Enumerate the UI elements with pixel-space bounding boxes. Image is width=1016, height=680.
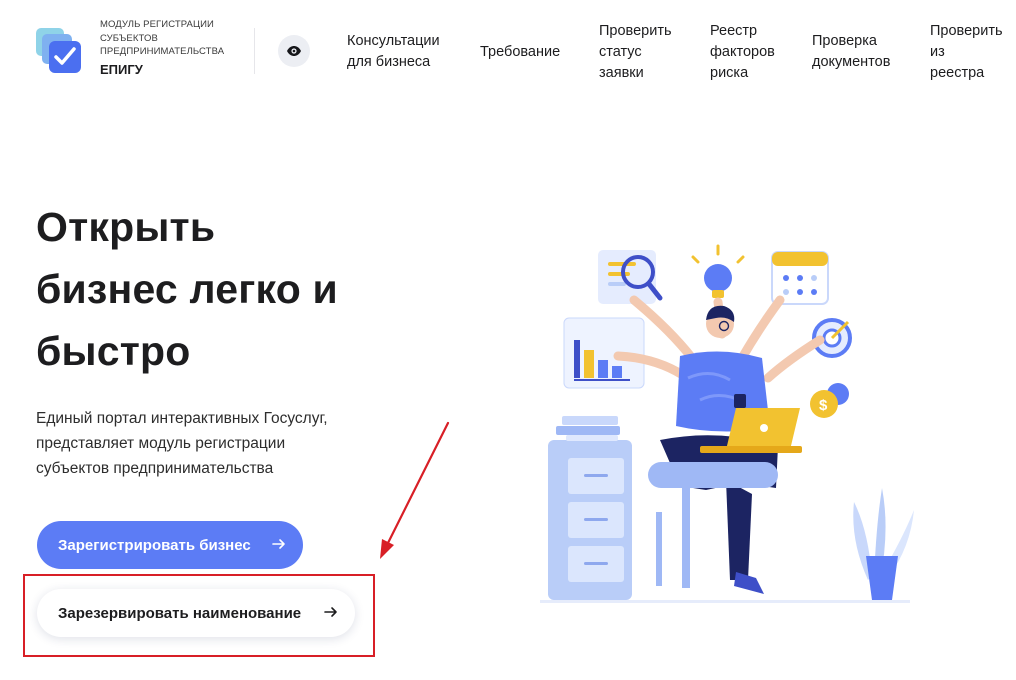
- logo-subtitle-line-3: ПРЕДПРИНИМАТЕЛЬСТВА: [100, 46, 225, 57]
- nav-check-from-registry[interactable]: Проверить из реестра: [930, 21, 1003, 84]
- hero-description: Единый портал интерактивных Госуслуг, пр…: [36, 406, 376, 481]
- nav-risk-line-3: риска: [710, 65, 749, 81]
- nav-requirement[interactable]: Требование: [480, 42, 560, 63]
- logo-icon[interactable]: [36, 28, 82, 74]
- hero-description-line-1: Единый портал интерактивных Госуслуг,: [36, 410, 328, 427]
- nav-registry-line-2: из: [930, 44, 945, 60]
- hero-title-line-2: бизнес легко и: [36, 266, 338, 312]
- nav-risk-factors-registry[interactable]: Реестр факторов риска: [710, 21, 775, 84]
- nav-check-application-status[interactable]: Проверить статус заявки: [599, 21, 672, 84]
- nav-check-status-line-2: статус: [599, 44, 642, 60]
- hero-title: Открыть бизнес легко и быстро: [36, 196, 396, 382]
- eye-icon: [287, 46, 301, 56]
- logo-subtitle-line-1: МОДУЛЬ РЕГИСТРАЦИИ: [100, 19, 214, 30]
- accessibility-button[interactable]: [278, 35, 310, 67]
- nav-requirement-line-1: Требование: [480, 44, 561, 60]
- nav-check-status-line-3: заявки: [599, 65, 644, 81]
- nav-risk-line-2: факторов: [710, 44, 775, 60]
- register-business-button[interactable]: Зарегистрировать бизнес: [37, 521, 303, 569]
- hero-title-line-1: Открыть: [36, 204, 216, 250]
- nav-consultations[interactable]: Консультации для бизнеса: [347, 31, 440, 73]
- logo-name: ЕПИГУ: [100, 61, 143, 77]
- annotation-highlight-box: [23, 574, 375, 657]
- nav-risk-line-1: Реестр: [710, 23, 758, 39]
- header-divider: [254, 28, 255, 74]
- nav-check-status-line-1: Проверить: [599, 23, 672, 39]
- nav-registry-line-1: Проверить: [930, 23, 1003, 39]
- logo-text[interactable]: МОДУЛЬ РЕГИСТРАЦИИ СУБЪЕКТОВ ПРЕДПРИНИМА…: [100, 18, 224, 77]
- annotation-arrow-icon: [380, 421, 450, 559]
- nav-docs-line-2: документов: [812, 54, 891, 70]
- logo-subtitle-line-2: СУБЪЕКТОВ: [100, 32, 158, 44]
- nav-document-check[interactable]: Проверка документов: [812, 31, 890, 73]
- hero-illustration: $: [540, 244, 914, 603]
- register-business-label: Зарегистрировать бизнес: [58, 536, 251, 554]
- site-header: МОДУЛЬ РЕГИСТРАЦИИ СУБЪЕКТОВ ПРЕДПРИНИМА…: [0, 0, 1016, 96]
- hero-title-line-3: быстро: [36, 328, 191, 374]
- nav-docs-line-1: Проверка: [812, 33, 877, 49]
- nav-consultations-line-2: для бизнеса: [347, 54, 431, 70]
- nav-registry-line-3: реестра: [930, 65, 985, 81]
- hero-description-line-3: субъектов предпринимательства: [36, 460, 274, 477]
- arrow-right-icon: [272, 539, 285, 549]
- svg-text:$: $: [819, 397, 828, 414]
- hero-description-line-2: представляет модуль регистрации: [36, 435, 286, 452]
- nav-consultations-line-1: Консультации: [347, 33, 440, 49]
